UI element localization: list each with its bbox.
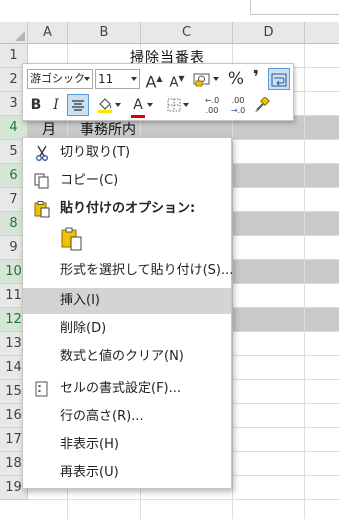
context-menu: 切り取り(T) コピー(C) 貼り付けのオプション: 形式を選択して貼り付け(S…	[22, 137, 234, 489]
menu-item-paste-special[interactable]: 形式を選択して貼り付け(S)...	[23, 258, 234, 284]
chevron-down-icon	[84, 77, 90, 81]
grow-font-icon: A	[145, 72, 157, 92]
format-cells-icon	[35, 381, 48, 397]
menu-item-row-height[interactable]: 行の高さ(R)...	[23, 404, 231, 430]
paste-icon	[61, 227, 82, 251]
number-format-button[interactable]	[190, 68, 222, 90]
font-name-dropdown[interactable]: 游ゴシック	[27, 69, 93, 89]
paste-option-button[interactable]	[59, 226, 85, 254]
column-header-a[interactable]: A	[28, 22, 68, 44]
select-all-button[interactable]	[0, 22, 28, 44]
cell-a4[interactable]: 月	[42, 119, 56, 139]
percent-style-button[interactable]: %	[226, 68, 246, 90]
currency-format-icon	[193, 73, 210, 87]
menu-item-label: 形式を選択して貼り付け(S)...	[60, 263, 234, 278]
format-painter-button[interactable]	[252, 94, 272, 116]
menu-item-delete[interactable]: 削除(D)	[23, 316, 231, 342]
copy-icon	[34, 173, 49, 189]
column-header-b[interactable]: B	[68, 22, 141, 44]
wrap-text-button[interactable]	[268, 68, 290, 90]
font-size-value: 11	[98, 72, 114, 86]
menu-item-label: 非表示(H)	[60, 437, 119, 452]
wrap-text-icon	[271, 73, 287, 87]
increase-decimal-button[interactable]: ←.0.00	[200, 94, 224, 118]
borders-button[interactable]	[163, 94, 193, 116]
column-header-c[interactable]: C	[141, 22, 233, 44]
font-name-value: 游ゴシック	[30, 72, 85, 85]
menu-item-label: コピー(C)	[60, 173, 119, 188]
bold-button[interactable]: B	[27, 94, 45, 116]
formula-bar[interactable]	[250, 0, 339, 15]
italic-button[interactable]: I	[48, 94, 64, 116]
menu-item-label: セルの書式設定(F)...	[60, 381, 182, 396]
border-icon	[167, 98, 181, 112]
menu-item-cut[interactable]: 切り取り(T)	[23, 140, 231, 166]
font-color-icon: A	[133, 97, 143, 113]
align-center-button[interactable]	[67, 94, 89, 116]
align-center-icon	[72, 100, 84, 111]
menu-item-label: 貼り付けのオプション:	[60, 201, 196, 216]
font-color-button[interactable]: A	[127, 94, 157, 118]
cell-b4[interactable]: 事務所内	[80, 119, 136, 139]
grid-line	[28, 499, 339, 500]
decrease-decimal-button[interactable]: .00 →.0	[226, 94, 250, 118]
menu-item-copy[interactable]: コピー(C)	[23, 168, 231, 194]
menu-item-label: 切り取り(T)	[60, 145, 131, 160]
column-header-d[interactable]: D	[233, 22, 305, 44]
font-size-dropdown[interactable]: 11	[95, 69, 140, 89]
chevron-down-icon	[131, 77, 137, 81]
menu-item-label: 挿入(I)	[60, 293, 100, 308]
paint-bucket-icon	[98, 98, 112, 113]
comma-style-button[interactable]: ❜	[248, 67, 264, 89]
shrink-font-button[interactable]: A▼	[167, 68, 187, 90]
menu-item-paste-options: 貼り付けのオプション:	[23, 196, 231, 222]
menu-item-unhide[interactable]: 再表示(U)	[23, 460, 231, 486]
grow-font-button[interactable]: A▲	[144, 68, 164, 92]
paintbrush-icon	[255, 96, 270, 112]
menu-item-label: 行の高さ(R)...	[60, 409, 144, 424]
menu-item-hide[interactable]: 非表示(H)	[23, 432, 231, 458]
column-header-e[interactable]	[305, 22, 339, 44]
menu-item-clear-contents[interactable]: 数式と値のクリア(N)	[23, 344, 231, 370]
scissors-icon	[36, 145, 48, 161]
fill-color-button[interactable]	[93, 94, 125, 116]
formula-bar-area	[0, 0, 339, 22]
menu-item-label: 再表示(U)	[60, 465, 119, 480]
menu-item-label: 数式と値のクリア(N)	[60, 349, 184, 364]
menu-item-insert[interactable]: 挿入(I)	[23, 288, 231, 314]
clipboard-icon	[34, 201, 50, 218]
mini-toolbar: 游ゴシック 11 A▲ A▼ % ❜ B I A ←.0 .00 .00 →.0	[22, 63, 294, 121]
menu-item-format-cells[interactable]: セルの書式設定(F)...	[23, 376, 231, 402]
menu-item-label: 削除(D)	[60, 321, 107, 336]
